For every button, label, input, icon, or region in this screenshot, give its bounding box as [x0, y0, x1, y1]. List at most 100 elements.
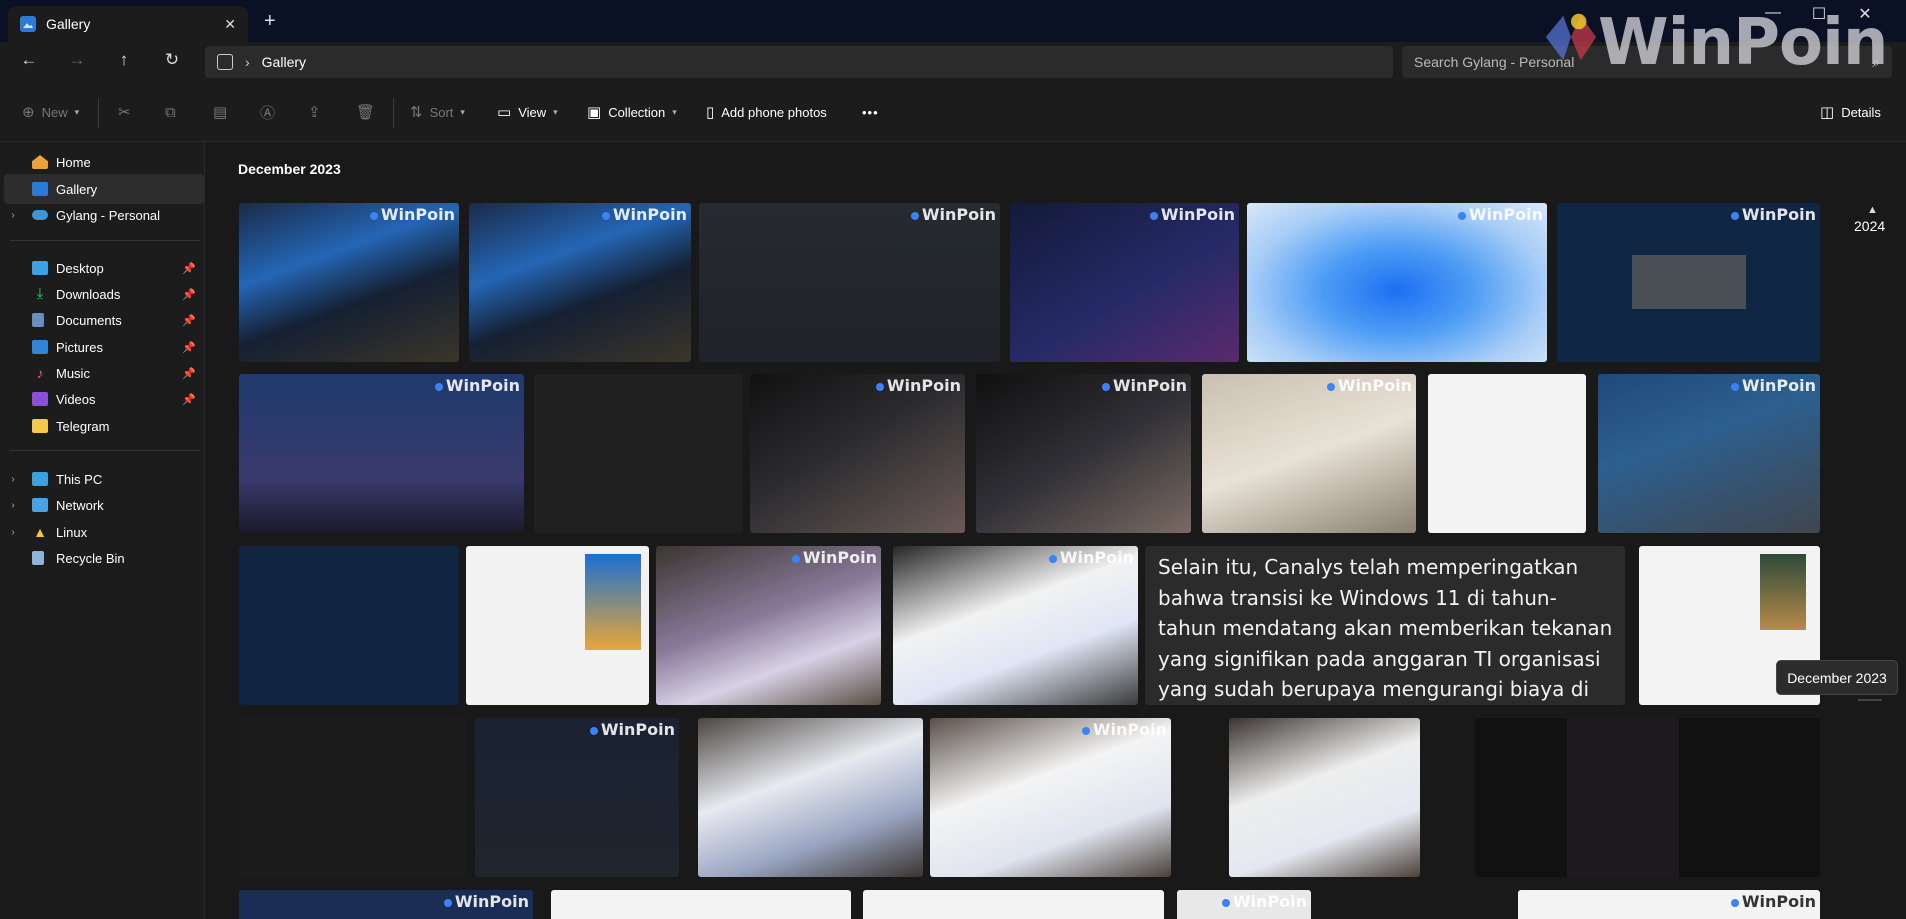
collection-label: Collection	[608, 104, 666, 120]
watermark: WinPoin	[792, 548, 877, 567]
screenshot-tile[interactable]: WinPoin	[1247, 203, 1547, 362]
breadcrumb[interactable]: Gallery	[262, 54, 306, 70]
paste-button[interactable]: ▤	[213, 99, 227, 125]
collection-button[interactable]: ▣ Collection ▾	[587, 99, 677, 125]
photo-tile[interactable]: WinPoin	[893, 546, 1138, 705]
add-phone-photos-button[interactable]: ▯ Add phone photos	[706, 99, 827, 125]
new-tab-button[interactable]: +	[264, 10, 276, 33]
screenshot-tile[interactable]	[466, 546, 649, 705]
chevron-right-icon[interactable]: ›	[4, 527, 22, 538]
view-button[interactable]: ▭ View ▾	[497, 99, 558, 125]
watermark: WinPoin	[1150, 205, 1235, 224]
documents-icon	[32, 313, 44, 327]
book-thumbnail	[1760, 554, 1806, 630]
screenshot-tile[interactable]	[239, 718, 466, 877]
watermark: WinPoin	[1731, 892, 1816, 911]
sort-label: Sort	[429, 104, 454, 120]
sidebar-item-documents[interactable]: Documents 📌	[4, 305, 204, 335]
share-button[interactable]: ⇪	[308, 99, 321, 125]
divider	[10, 240, 200, 241]
sidebar-item-label: Telegram	[56, 418, 110, 434]
refresh-button[interactable]: ↻	[158, 50, 186, 74]
timeline-up-arrow-icon[interactable]: ▲	[1867, 204, 1878, 216]
screenshot-tile[interactable]: WinPoin	[475, 718, 679, 877]
screenshot-tile[interactable]	[863, 890, 1164, 919]
close-tab-icon[interactable]: ✕	[224, 16, 236, 33]
desktop-icon	[32, 261, 48, 275]
screenshot-tile[interactable]: WinPoin	[239, 890, 533, 919]
home-icon	[32, 155, 48, 169]
up-button[interactable]: ↑	[110, 50, 138, 74]
cut-icon: ✂	[118, 104, 131, 121]
photo-tile[interactable]: WinPoin	[239, 203, 459, 362]
chevron-right-icon[interactable]: ›	[245, 54, 250, 70]
sidebar-item-label: Gylang - Personal	[56, 207, 161, 223]
timeline-scrubber[interactable]	[1858, 699, 1882, 701]
watermark: WinPoin	[1049, 548, 1134, 567]
screenshot-tile[interactable]	[551, 890, 851, 919]
screenshot-tile[interactable]	[534, 374, 743, 533]
photo-tile[interactable]: WinPoin	[469, 203, 691, 362]
sidebar-item-label: This PC	[56, 471, 103, 487]
text-image-tile[interactable]: Selain itu, Canalys telah memperingatkan…	[1145, 546, 1625, 705]
sidebar-item-home[interactable]: Home	[4, 147, 204, 177]
cut-button[interactable]: ✂	[118, 99, 131, 125]
photo-tile[interactable]: WinPoin	[656, 546, 881, 705]
new-button[interactable]: ⊕ New ▾	[22, 99, 79, 125]
screenshot-tile[interactable]	[239, 546, 459, 705]
divider	[10, 450, 200, 451]
photo-tile[interactable]: WinPoin	[1202, 374, 1416, 533]
screenshot-tile[interactable]: WinPoin	[1598, 374, 1820, 533]
sidebar-item-videos[interactable]: Videos 📌	[4, 384, 204, 414]
sort-button[interactable]: ⇅ Sort ▾	[410, 99, 465, 125]
pin-icon[interactable]: 📌	[182, 314, 196, 327]
back-button[interactable]: ←	[15, 50, 43, 74]
watermark: WinPoin	[1731, 205, 1816, 224]
folder-icon	[32, 419, 48, 433]
forward-button[interactable]: →	[63, 50, 91, 74]
pin-icon[interactable]: 📌	[182, 393, 196, 406]
network-icon	[32, 498, 48, 512]
sidebar-item-recycle-bin[interactable]: Recycle Bin	[4, 543, 204, 573]
address-bar[interactable]: › Gallery	[205, 46, 1393, 78]
pin-icon[interactable]: 📌	[182, 341, 196, 354]
sidebar-item-network[interactable]: › Network	[4, 490, 204, 520]
sidebar-item-telegram[interactable]: Telegram	[4, 411, 204, 441]
copy-button[interactable]: ⧉	[165, 99, 176, 125]
screenshot-tile[interactable]: WinPoin	[699, 203, 1000, 362]
share-icon: ⇪	[308, 104, 321, 121]
watermark: WinPoin	[370, 205, 455, 224]
screenshot-tile[interactable]: WinPoin	[239, 374, 524, 533]
pin-icon[interactable]: 📌	[182, 288, 196, 301]
text-tile-content: Selain itu, Canalys telah memperingatkan…	[1158, 555, 1613, 701]
photo-tile[interactable]: WinPoin	[750, 374, 965, 533]
more-options-button[interactable]: •••	[862, 99, 879, 125]
photo-tile[interactable]: WinPoin	[930, 718, 1171, 877]
screenshot-tile[interactable]: WinPoin	[1177, 890, 1311, 919]
winpoin-logo-mark-icon	[1545, 13, 1597, 61]
delete-button[interactable]: 🗑	[356, 99, 375, 125]
sidebar-item-label: Home	[56, 154, 91, 170]
timeline-year[interactable]: 2024	[1854, 218, 1885, 234]
screenshot-tile[interactable]: WinPoin	[1010, 203, 1239, 362]
details-button[interactable]: ◫ Details	[1820, 99, 1881, 125]
screenshot-tile[interactable]	[1475, 718, 1820, 877]
paste-icon: ▤	[213, 104, 228, 121]
sidebar-item-gylang-personal[interactable]: › Gylang - Personal	[4, 200, 204, 230]
watermark: WinPoin	[1731, 376, 1816, 395]
rename-button[interactable]: Ⓐ	[260, 99, 275, 125]
chevron-right-icon[interactable]: ›	[4, 474, 22, 485]
pin-icon[interactable]: 📌	[182, 262, 196, 275]
watermark: WinPoin	[435, 376, 520, 395]
chevron-right-icon[interactable]: ›	[4, 210, 22, 221]
chevron-right-icon[interactable]: ›	[4, 500, 22, 511]
photo-tile[interactable]: WinPoin	[976, 374, 1191, 533]
photo-tile[interactable]	[1229, 718, 1420, 877]
pin-icon[interactable]: 📌	[182, 367, 196, 380]
screenshot-tile[interactable]: WinPoin	[1557, 203, 1820, 362]
screenshot-tile[interactable]: WinPoin	[1518, 890, 1820, 919]
photo-tile[interactable]	[698, 718, 923, 877]
sidebar-item-label: Recycle Bin	[56, 550, 125, 566]
screenshot-tile[interactable]	[1428, 374, 1586, 533]
tab-gallery[interactable]: Gallery ✕	[8, 6, 248, 42]
